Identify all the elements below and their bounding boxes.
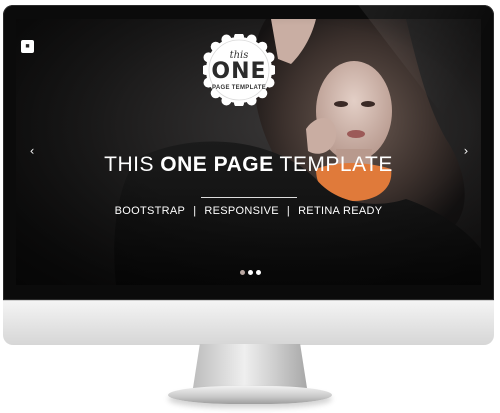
hero-title-part-2: TEMPLATE [273,153,393,176]
feature-responsive: RESPONSIVE [204,205,279,217]
hero-title-bold: ONE PAGE [160,153,274,176]
feature-separator: | [193,205,197,217]
website-screen: ■ this ONE PAGE TEMPLATE ‹ › THIS ONE PA… [16,19,481,285]
hero-title: THIS ONE PAGE TEMPLATE [16,153,481,177]
feature-bootstrap: BOOTSTRAP [114,205,186,217]
slider-dot-3[interactable] [256,270,261,275]
slider-pagination [240,270,261,275]
slider-dot-2[interactable] [248,270,253,275]
menu-toggle-button[interactable]: ■ [21,40,34,53]
feature-separator: | [286,205,291,217]
hero-features: BOOTSTRAP | RESPONSIVE | RETINA READY [16,205,481,217]
monitor-mockup: ■ this ONE PAGE TEMPLATE ‹ › THIS ONE PA… [0,0,500,413]
badge-big-text: ONE [211,59,267,84]
logo-badge[interactable]: this ONE PAGE TEMPLATE [201,32,277,108]
hero-divider [201,197,297,198]
monitor-stand-neck [193,344,307,388]
hero-title-part-1: THIS [104,153,161,176]
badge-sub-text: PAGE TEMPLATE [211,85,266,91]
feature-retina-ready: RETINA READY [298,205,383,217]
badge-text: this ONE PAGE TEMPLATE [203,34,275,106]
monitor-stand-base [168,386,332,404]
slider-dot-1[interactable] [240,270,245,275]
monitor-chin [3,300,494,345]
menu-icon: ■ [25,43,30,50]
